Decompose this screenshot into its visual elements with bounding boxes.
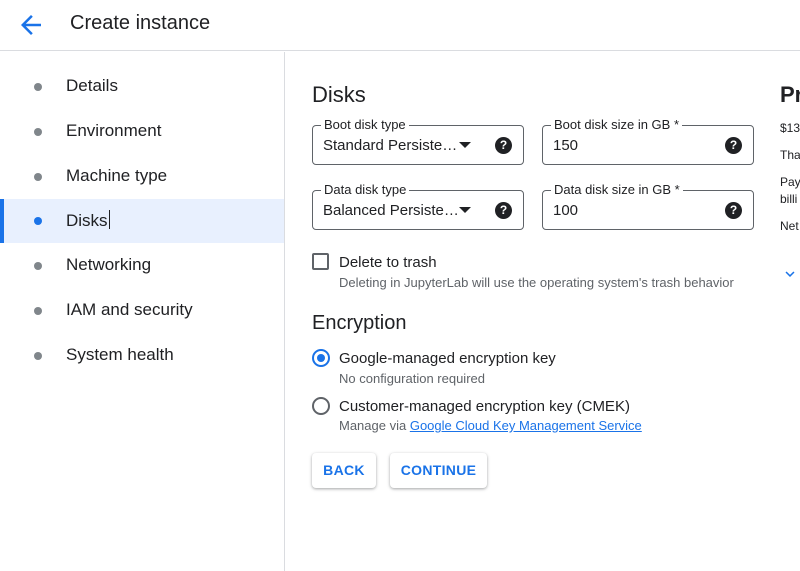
- field-label: Boot disk size in GB *: [551, 118, 682, 132]
- panel-text: billi: [780, 192, 798, 206]
- panel-text: Net: [780, 219, 799, 233]
- sidebar-item-label: Networking: [66, 255, 152, 274]
- app-header: Create instance: [0, 0, 800, 51]
- cmek-description: Manage via Google Cloud Key Management S…: [339, 418, 642, 433]
- arrow-back-icon[interactable]: [16, 10, 46, 40]
- bullet-icon: [34, 217, 42, 225]
- boot-disk-type-select[interactable]: Boot disk type Standard Persiste… ?: [312, 118, 524, 165]
- delete-to-trash-checkbox[interactable]: [312, 253, 329, 270]
- sidebar-item-label: Machine type: [66, 166, 168, 185]
- sidebar-item-label: IAM and security: [66, 300, 193, 319]
- field-label: Boot disk type: [321, 118, 409, 132]
- field-label: Data disk size in GB *: [551, 183, 683, 197]
- boot-disk-size-input[interactable]: Boot disk size in GB * 150 ?: [542, 118, 754, 165]
- bullet-icon: [34, 262, 42, 270]
- kms-link[interactable]: Google Cloud Key Management Service: [410, 418, 642, 433]
- panel-text: Tha: [780, 148, 800, 162]
- google-managed-key-radio[interactable]: [312, 349, 330, 367]
- sidebar-item-system-health[interactable]: System health: [0, 334, 284, 378]
- sidebar-item-label: System health: [66, 345, 174, 364]
- text-cursor: [108, 210, 110, 229]
- panel-title: Pr: [780, 82, 800, 107]
- sidebar-item-label: Disks: [66, 210, 110, 230]
- chevron-down-icon[interactable]: [781, 265, 799, 283]
- panel-text: Pay: [780, 175, 800, 189]
- continue-button[interactable]: CONTINUE: [390, 453, 487, 488]
- help-icon[interactable]: ?: [495, 202, 512, 219]
- sidebar-item-label: Environment: [66, 121, 162, 140]
- bullet-icon: [34, 128, 42, 136]
- panel-text: $13: [780, 121, 800, 135]
- dropdown-arrow-icon[interactable]: [459, 142, 471, 148]
- page-title: Create instance: [70, 12, 211, 34]
- sidebar-item-disks[interactable]: Disks: [0, 199, 284, 243]
- bullet-icon: [34, 173, 42, 181]
- delete-to-trash-description: Deleting in JupyterLab will use the oper…: [339, 275, 734, 290]
- sidebar-item-iam-security[interactable]: IAM and security: [0, 289, 284, 333]
- back-button[interactable]: BACK: [312, 453, 376, 488]
- bullet-icon: [34, 352, 42, 360]
- google-managed-key-label: Google-managed encryption key: [339, 350, 556, 367]
- field-value: 150: [553, 137, 579, 154]
- encryption-section-title: Encryption: [312, 312, 407, 334]
- field-value: Standard Persiste…: [323, 137, 458, 154]
- help-icon[interactable]: ?: [725, 137, 742, 154]
- sidebar-item-label: Details: [66, 76, 118, 95]
- google-managed-key-description: No configuration required: [339, 371, 485, 386]
- dropdown-arrow-icon[interactable]: [459, 207, 471, 213]
- data-disk-size-input[interactable]: Data disk size in GB * 100 ?: [542, 183, 754, 230]
- field-label: Data disk type: [321, 183, 410, 197]
- help-icon[interactable]: ?: [725, 202, 742, 219]
- delete-to-trash-label: Delete to trash: [339, 254, 437, 271]
- sidebar-item-networking[interactable]: Networking: [0, 244, 284, 288]
- sidebar-item-details[interactable]: Details: [0, 65, 284, 109]
- disks-section-title: Disks: [312, 82, 366, 107]
- pricing-summary-panel: Pr $13 Tha Pay billi Net: [780, 52, 800, 571]
- sidebar-item-machine-type[interactable]: Machine type: [0, 155, 284, 199]
- cmek-label: Customer-managed encryption key (CMEK): [339, 398, 630, 415]
- sidebar-item-environment[interactable]: Environment: [0, 110, 284, 154]
- field-value: 100: [553, 202, 579, 219]
- sidebar-nav: Details Environment Machine type Disks N…: [0, 52, 285, 571]
- cmek-radio[interactable]: [312, 397, 330, 415]
- data-disk-type-select[interactable]: Data disk type Balanced Persiste… ?: [312, 183, 524, 230]
- help-icon[interactable]: ?: [495, 137, 512, 154]
- field-value: Balanced Persiste…: [323, 202, 459, 219]
- bullet-icon: [34, 307, 42, 315]
- bullet-icon: [34, 83, 42, 91]
